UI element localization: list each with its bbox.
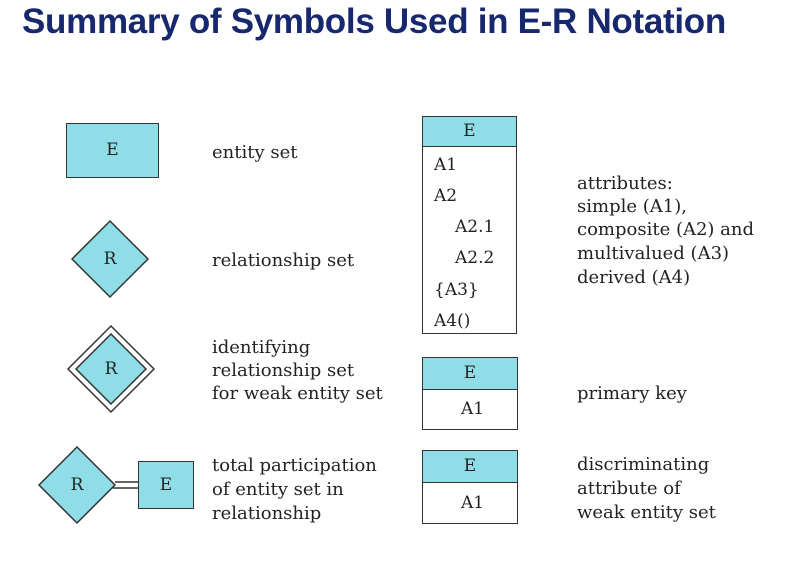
attribute-a4: A4() [434, 311, 471, 331]
identifying-label-line-2: relationship set [212, 360, 355, 381]
attribute-a1: A1 [434, 155, 458, 175]
attribute-a2-2: A2.2 [455, 248, 495, 268]
entity-set-symbol: E [106, 140, 119, 160]
identifying-label-line-3: for weak entity set [212, 383, 383, 404]
attribute-a3: {A3} [434, 280, 479, 300]
total-participation-label-line-2: of entity set in [212, 479, 344, 500]
discriminator-entity-symbol: E [463, 456, 477, 476]
primary-key-label: primary key [577, 383, 687, 404]
total-participation-label-line-1: total participation [212, 455, 377, 476]
identifying-relationship-symbol: R [104, 359, 118, 379]
relationship-set-label: relationship set [212, 250, 355, 271]
attribute-a2-1: A2.1 [455, 217, 495, 237]
total-participation-label-line-3: relationship [212, 503, 322, 524]
primary-key-entity-symbol: E [463, 363, 477, 383]
discriminator-attr: A1 [461, 493, 485, 513]
primary-key-attr: A1 [461, 399, 485, 419]
discriminator-label-line-2: attribute of [577, 478, 681, 499]
total-participation-r-symbol: R [70, 475, 84, 495]
attributes-entity-symbol: E [463, 121, 476, 141]
attributes-label-line-4: multivalued (A3) [577, 243, 730, 264]
attribute-a2: A2 [434, 186, 458, 206]
relationship-symbol: R [103, 249, 117, 269]
attributes-label-line-3: composite (A2) and [577, 219, 755, 240]
discriminator-label-line-3: weak entity set [577, 502, 716, 523]
identifying-label-line-1: identifying [212, 337, 311, 358]
attributes-label-line-1: attributes: [577, 173, 673, 194]
discriminator-label-line-1: discriminating [577, 454, 710, 475]
total-participation-e-symbol: E [159, 475, 173, 495]
attributes-label-line-5: derived (A4) [577, 267, 691, 288]
entity-set-label: entity set [212, 142, 298, 163]
attributes-label-line-2: simple (A1), [577, 196, 687, 217]
